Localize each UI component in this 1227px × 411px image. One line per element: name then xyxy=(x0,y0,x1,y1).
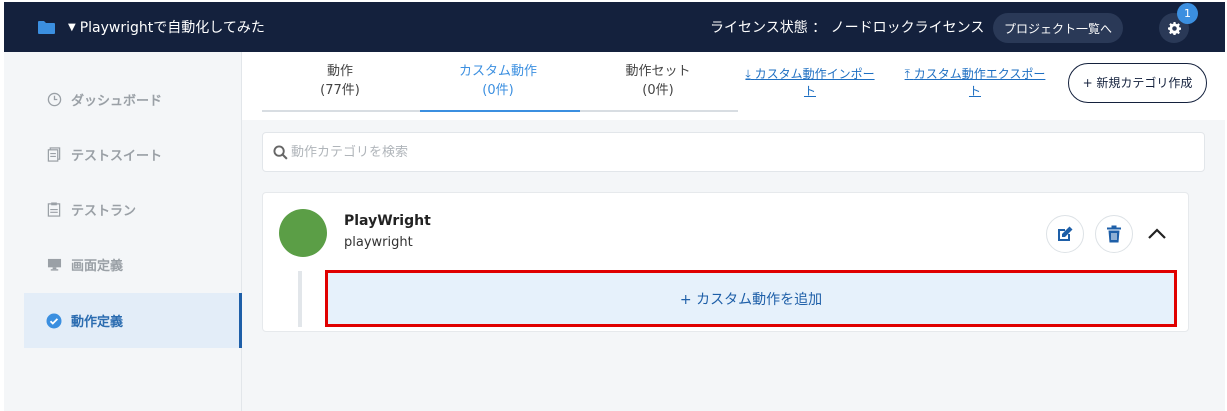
search-icon xyxy=(273,144,288,160)
folder-icon xyxy=(38,21,55,34)
check-circle-icon xyxy=(46,313,62,329)
sidebar-item-label: テストラン xyxy=(71,204,137,219)
chevron-up-icon xyxy=(1148,228,1166,239)
search-input[interactable] xyxy=(291,144,1171,160)
project-list-button[interactable]: プロジェクト一覧へ xyxy=(993,13,1123,43)
sidebar-item-test-suite[interactable]: テストスイート xyxy=(24,127,240,182)
tabs-bar: 動作 (77件) カスタム動作 (0件) 動作セット (0件) ⤓ カスタム動作… xyxy=(242,52,1225,120)
tab-underline-active xyxy=(420,110,580,112)
sidebar-item-label: 動作定義 xyxy=(71,315,124,330)
category-title: PlayWright xyxy=(344,213,431,229)
tab-custom-actions[interactable]: カスタム動作 (0件) xyxy=(420,62,576,110)
export-custom-actions-link[interactable]: ⤒ カスタム動作エクスポート xyxy=(899,66,1051,100)
tab-actions[interactable]: 動作 (77件) xyxy=(262,62,418,110)
add-custom-action-button[interactable]: + カスタム動作を追加 xyxy=(325,270,1177,327)
upload-icon: ⤒ xyxy=(904,67,910,81)
sidebar-item-action-definition[interactable]: 動作定義 xyxy=(24,293,242,348)
main-content: 動作 (77件) カスタム動作 (0件) 動作セット (0件) ⤓ カスタム動作… xyxy=(242,52,1225,411)
sidebar-item-test-run[interactable]: テストラン xyxy=(24,182,240,237)
tab-count: (0件) xyxy=(482,83,514,98)
export-label: カスタム動作エクスポート xyxy=(913,67,1046,98)
caret-down-icon: ▼ xyxy=(68,21,76,33)
notification-badge[interactable]: 1 xyxy=(1177,3,1198,24)
import-custom-actions-link[interactable]: ⤓ カスタム動作インポート xyxy=(740,66,880,100)
sidebar-item-dashboard[interactable]: ダッシュボード xyxy=(24,72,240,127)
sidebar: ダッシュボード テストスイート テストラン 画面定義 動作定義 xyxy=(4,52,242,411)
gear-icon xyxy=(1167,21,1181,35)
license-status: ライセンス状態 ： ノードロックライセンス xyxy=(710,20,985,36)
tab-action-sets[interactable]: 動作セット (0件) xyxy=(580,62,736,110)
app-window: ▼ Playwrightで自動化してみた ライセンス状態 ： ノードロックライセ… xyxy=(4,2,1225,411)
tab-underline xyxy=(580,110,738,112)
tab-label: カスタム動作 xyxy=(458,64,537,79)
download-icon: ⤓ xyxy=(745,67,751,81)
tab-count: (77件) xyxy=(320,83,360,98)
sidebar-item-label: テストスイート xyxy=(71,149,163,164)
monitor-icon xyxy=(46,257,62,273)
sidebar-item-screen-definition[interactable]: 画面定義 xyxy=(24,237,240,292)
top-header: ▼ Playwrightで自動化してみた ライセンス状態 ： ノードロックライセ… xyxy=(4,2,1225,52)
project-name: Playwrightで自動化してみた xyxy=(79,20,265,36)
document-icon xyxy=(46,147,62,163)
tree-line xyxy=(298,271,302,327)
collapse-button[interactable] xyxy=(1143,221,1171,247)
avatar xyxy=(279,209,327,257)
trash-icon xyxy=(1107,225,1121,243)
tab-label: 動作セット xyxy=(625,64,691,79)
edit-icon xyxy=(1058,226,1073,241)
project-selector[interactable]: ▼ Playwrightで自動化してみた xyxy=(68,17,265,37)
clock-icon xyxy=(46,92,62,108)
category-card: PlayWright playwright + カスタム動作を追加 xyxy=(262,192,1189,332)
new-category-button[interactable]: + 新規カテゴリ作成 xyxy=(1068,63,1207,103)
category-search[interactable] xyxy=(262,132,1205,172)
edit-category-button[interactable] xyxy=(1046,215,1084,253)
sidebar-item-label: ダッシュボード xyxy=(71,94,163,109)
tab-label: 動作 xyxy=(326,64,353,79)
sidebar-item-label: 画面定義 xyxy=(71,259,124,274)
tab-underline xyxy=(262,110,420,112)
clipboard-icon xyxy=(46,202,62,218)
import-label: カスタム動作インポート xyxy=(754,67,875,98)
category-subtitle: playwright xyxy=(344,235,413,250)
tab-count: (0件) xyxy=(642,83,674,98)
delete-category-button[interactable] xyxy=(1095,215,1133,253)
